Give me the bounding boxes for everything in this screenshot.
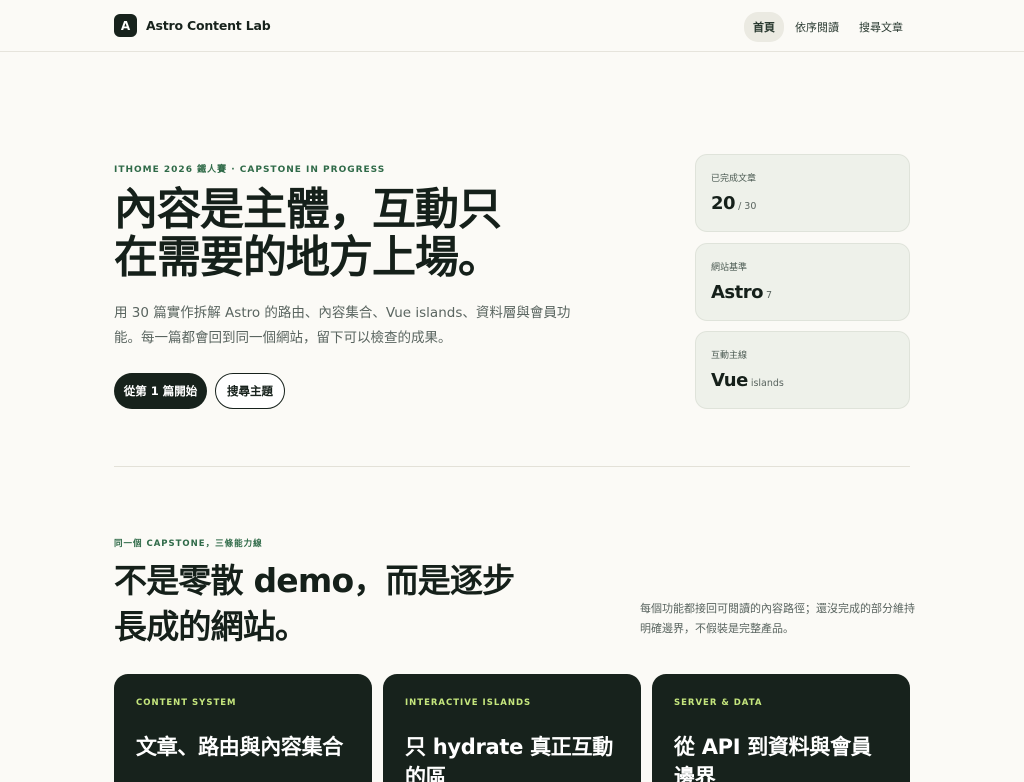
hero-title-line1: 內容是主體，互動只 xyxy=(114,184,502,235)
stat-value: 20 xyxy=(711,193,736,214)
brand-link[interactable]: A Astro Content Lab xyxy=(114,14,271,37)
stat-card-baseline: 網站基準 Astro 7 xyxy=(695,243,910,321)
brand-logo-icon: A xyxy=(114,14,137,37)
search-topics-button[interactable]: 搜尋主題 xyxy=(215,373,285,409)
card-title: 從 API 到資料與會員邊界 xyxy=(674,735,872,782)
card-title: 只 hydrate 真正互動的區 xyxy=(405,735,613,782)
hero-title: 內容是主體，互動只 在需要的地方上場。 xyxy=(114,186,584,282)
capability-card-interactive-islands[interactable]: INTERACTIVE ISLANDS 只 hydrate 真正互動的區 xyxy=(383,674,641,782)
stat-label: 互動主線 xyxy=(711,351,748,361)
hero-title-line2: 在需要的地方上場。 xyxy=(114,232,502,283)
nav-item-sequential-reading[interactable]: 依序閱讀 xyxy=(786,12,848,42)
capability-card-server-data[interactable]: SERVER & DATA 從 API 到資料與會員邊界 xyxy=(652,674,910,782)
hero-eyebrow: ITHOME 2026 鐵人賽 · CAPSTONE IN PROGRESS xyxy=(114,165,386,175)
stat-suffix: islands xyxy=(750,378,784,389)
card-eyebrow: SERVER & DATA xyxy=(674,698,763,708)
stat-suffix: 7 xyxy=(766,290,773,301)
start-first-article-button[interactable]: 從第 1 篇開始 xyxy=(114,373,207,409)
section-divider xyxy=(114,466,910,467)
stat-value: Vue xyxy=(711,370,748,391)
card-eyebrow: INTERACTIVE ISLANDS xyxy=(405,698,532,708)
main-nav: 首頁 依序閱讀 搜尋文章 xyxy=(744,12,912,42)
section-title-line1: 不是零散 demo，而是逐步 xyxy=(114,561,515,600)
section-eyebrow: 同一個 CAPSTONE，三條能力線 xyxy=(114,539,263,549)
card-eyebrow: CONTENT SYSTEM xyxy=(136,698,237,708)
stat-label: 已完成文章 xyxy=(711,174,757,184)
section-title: 不是零散 demo，而是逐步 長成的網站。 xyxy=(114,558,574,650)
nav-item-home[interactable]: 首頁 xyxy=(744,12,784,42)
nav-item-search-articles[interactable]: 搜尋文章 xyxy=(850,12,912,42)
card-title: 文章、路由與內容集合 xyxy=(136,735,343,759)
stat-label: 網站基準 xyxy=(711,263,748,273)
section-title-line2: 長成的網站。 xyxy=(114,607,308,646)
site-header: A Astro Content Lab 首頁 依序閱讀 搜尋文章 xyxy=(0,0,1024,52)
capability-card-content-system[interactable]: CONTENT SYSTEM 文章、路由與內容集合 xyxy=(114,674,372,782)
section-description: 每個功能都接回可閱讀的內容路徑；還沒完成的部分維持明確邊界，不假裝是完整產品。 xyxy=(640,602,915,635)
stat-card-completed: 已完成文章 20 / 30 xyxy=(695,154,910,232)
stat-card-interaction: 互動主線 Vue islands xyxy=(695,331,910,409)
hero-description: 用 30 篇實作拆解 Astro 的路由、內容集合、Vue islands、資料… xyxy=(114,305,571,346)
brand-name: Astro Content Lab xyxy=(146,18,271,33)
stat-value: Astro xyxy=(711,282,764,303)
stat-suffix: / 30 xyxy=(738,201,757,212)
